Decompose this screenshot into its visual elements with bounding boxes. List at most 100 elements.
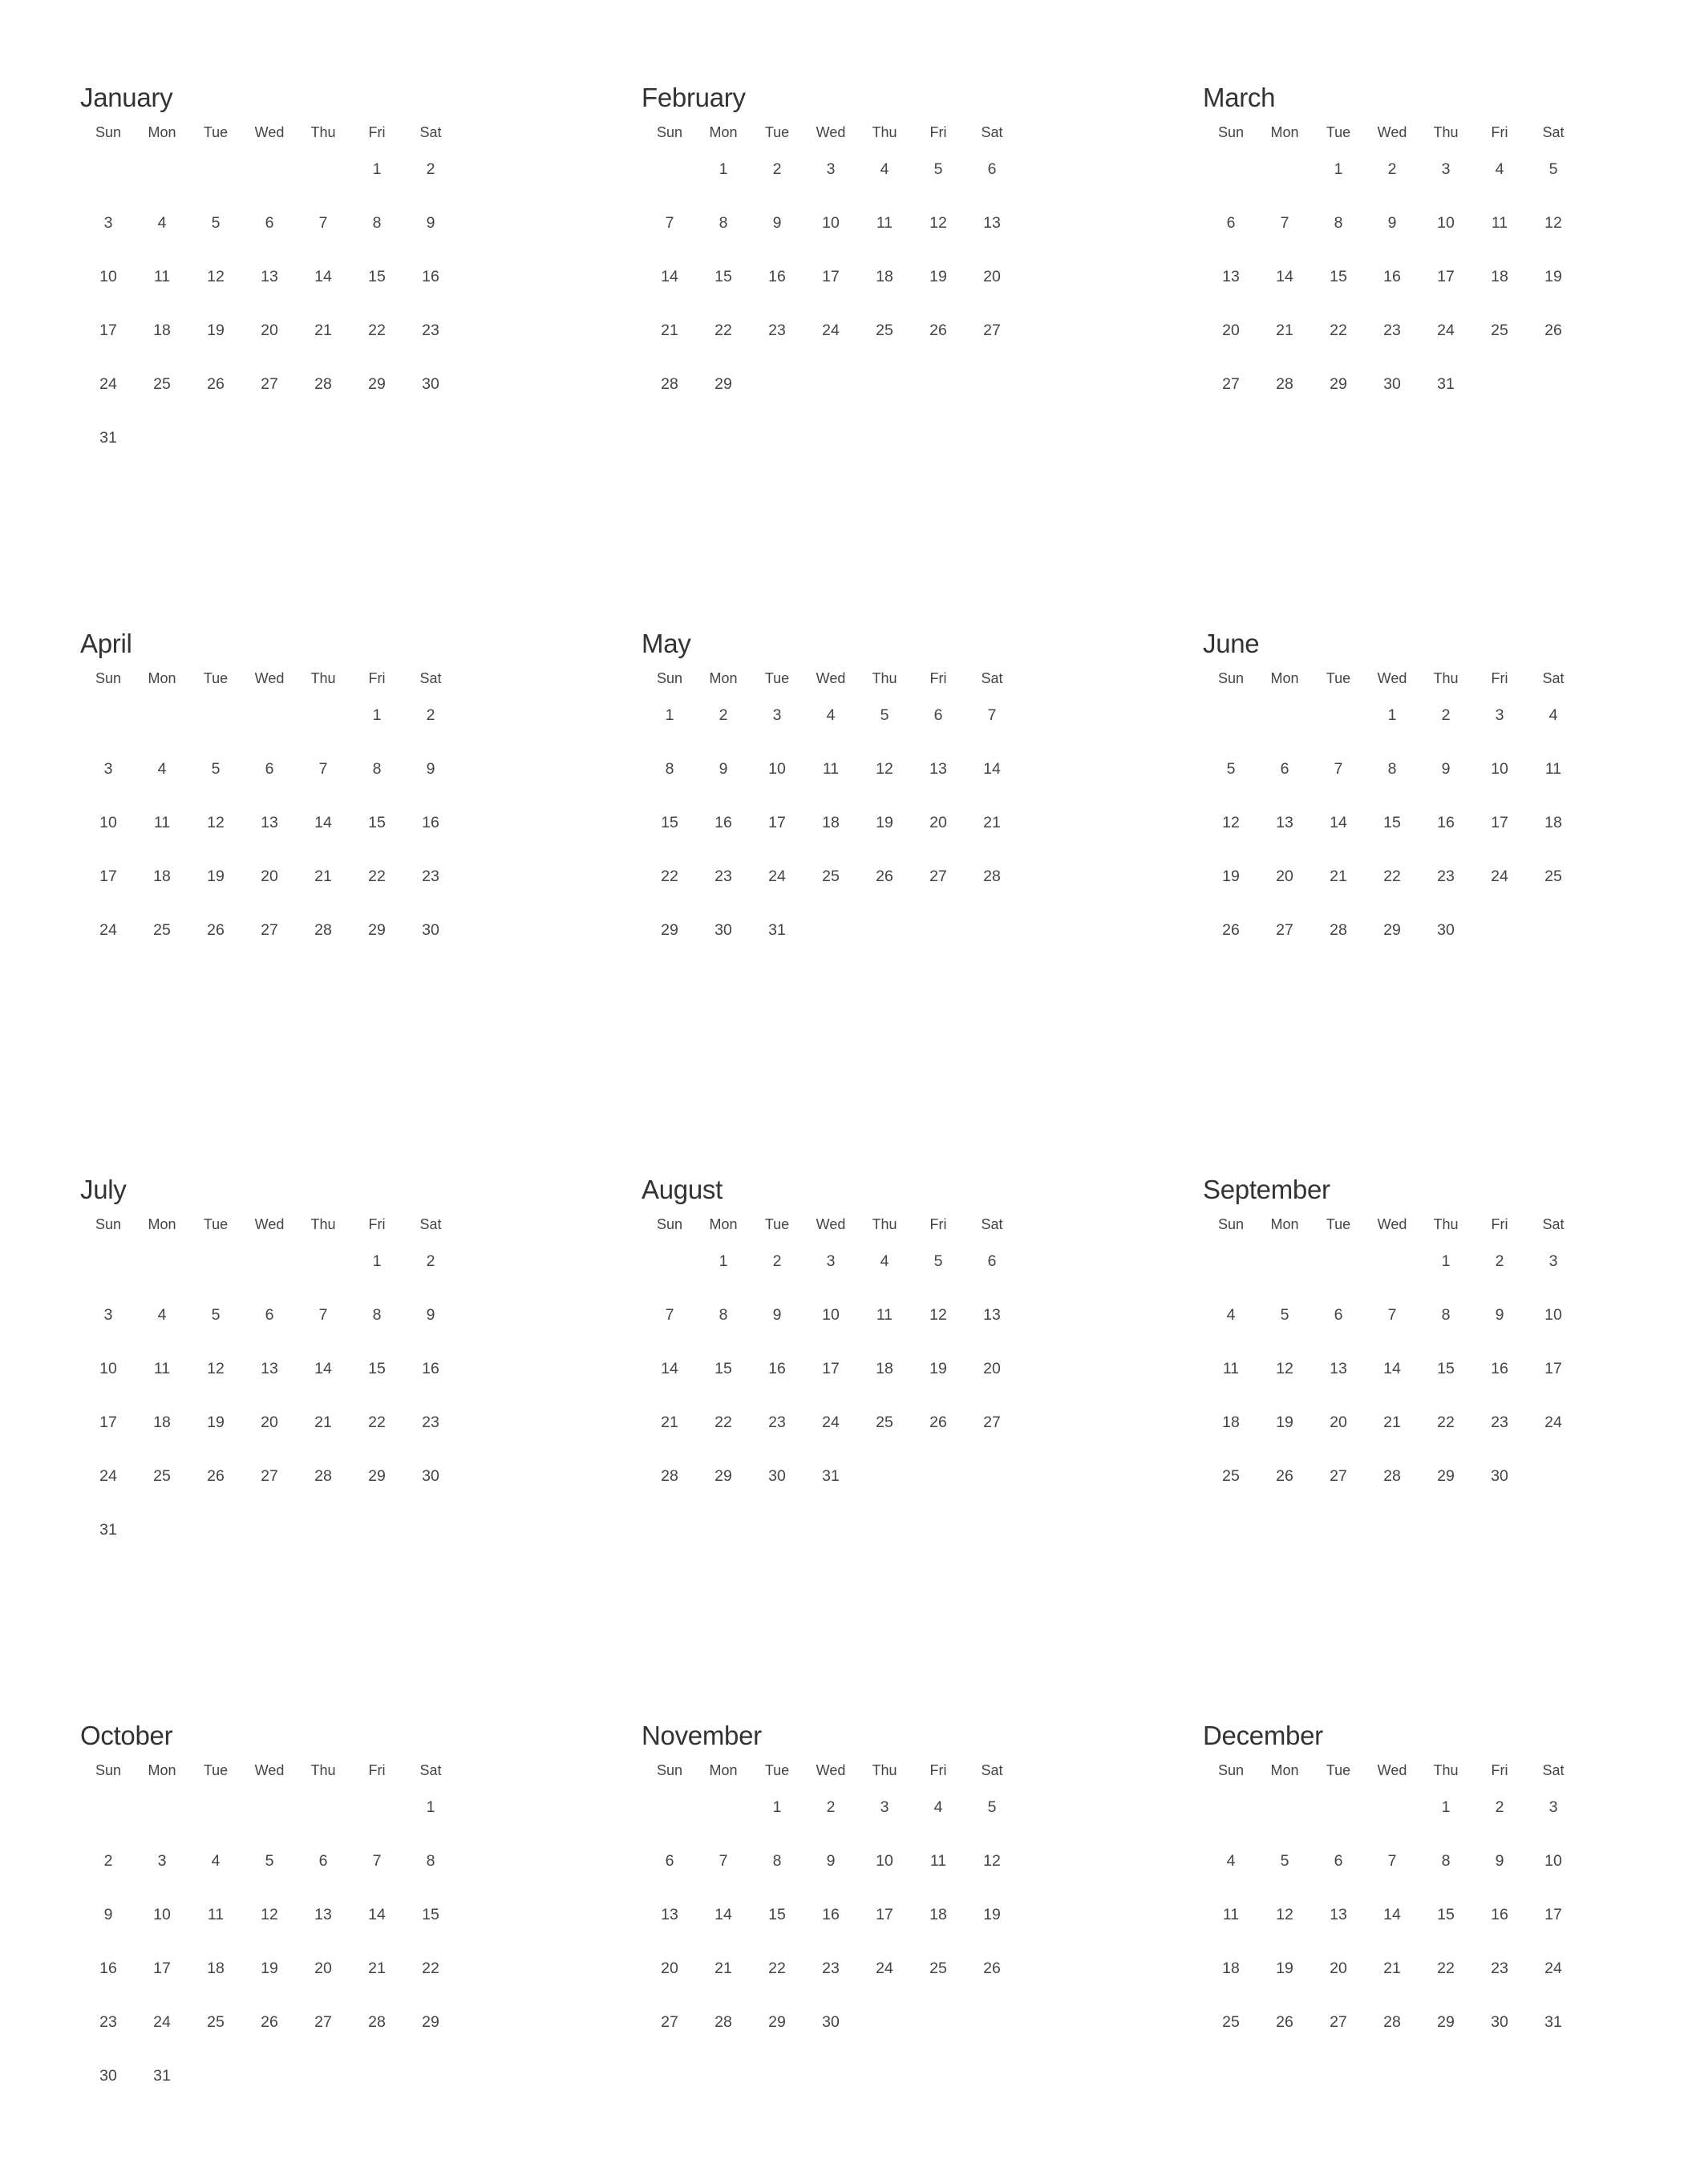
day-cell[interactable]: 5 (968, 1798, 1016, 1817)
day-cell[interactable]: 6 (646, 1851, 694, 1871)
day-cell[interactable]: 23 (407, 321, 455, 340)
day-cell[interactable]: 23 (84, 2012, 132, 2032)
day-cell[interactable]: 16 (753, 267, 801, 286)
day-cell[interactable]: 8 (1368, 759, 1416, 779)
day-cell[interactable]: 7 (646, 1305, 694, 1325)
day-cell[interactable]: 26 (914, 321, 962, 340)
day-cell[interactable]: 3 (807, 1252, 855, 1271)
day-cell[interactable]: 7 (299, 213, 347, 233)
day-cell[interactable]: 17 (860, 1905, 909, 1924)
day-cell[interactable]: 29 (407, 2012, 455, 2032)
day-cell[interactable]: 21 (1261, 321, 1309, 340)
day-cell[interactable]: 19 (968, 1905, 1016, 1924)
day-cell[interactable]: 13 (1314, 1359, 1362, 1378)
day-cell[interactable]: 29 (1422, 1466, 1470, 1486)
day-cell[interactable]: 15 (407, 1905, 455, 1924)
day-cell[interactable]: 30 (407, 920, 455, 940)
day-cell[interactable]: 20 (245, 321, 293, 340)
day-cell[interactable]: 5 (192, 213, 240, 233)
day-cell[interactable]: 30 (1422, 920, 1470, 940)
day-cell[interactable]: 4 (1529, 706, 1577, 725)
day-cell[interactable]: 8 (353, 1305, 401, 1325)
day-cell[interactable]: 27 (968, 321, 1016, 340)
day-cell[interactable]: 20 (968, 1359, 1016, 1378)
day-cell[interactable]: 9 (807, 1851, 855, 1871)
day-cell[interactable]: 28 (353, 2012, 401, 2032)
day-cell[interactable]: 31 (807, 1466, 855, 1486)
day-cell[interactable]: 21 (1368, 1413, 1416, 1432)
day-cell[interactable]: 14 (1314, 813, 1362, 832)
day-cell[interactable]: 7 (299, 759, 347, 779)
day-cell[interactable]: 26 (192, 374, 240, 394)
day-cell[interactable]: 20 (646, 1959, 694, 1978)
day-cell[interactable]: 8 (699, 213, 747, 233)
day-cell[interactable]: 6 (245, 759, 293, 779)
day-cell[interactable]: 6 (1314, 1305, 1362, 1325)
day-cell[interactable]: 25 (1207, 2012, 1255, 2032)
day-cell[interactable]: 22 (699, 1413, 747, 1432)
day-cell[interactable]: 13 (968, 1305, 1016, 1325)
day-cell[interactable]: 8 (353, 213, 401, 233)
day-cell[interactable]: 21 (1368, 1959, 1416, 1978)
day-cell[interactable]: 6 (245, 1305, 293, 1325)
day-cell[interactable]: 14 (299, 813, 347, 832)
day-cell[interactable]: 6 (1207, 213, 1255, 233)
day-cell[interactable]: 17 (753, 813, 801, 832)
day-cell[interactable]: 3 (84, 1305, 132, 1325)
day-cell[interactable]: 15 (353, 1359, 401, 1378)
day-cell[interactable]: 22 (699, 321, 747, 340)
day-cell[interactable]: 13 (245, 813, 293, 832)
day-cell[interactable]: 8 (753, 1851, 801, 1871)
day-cell[interactable]: 2 (1368, 160, 1416, 179)
day-cell[interactable]: 9 (84, 1905, 132, 1924)
day-cell[interactable]: 17 (84, 867, 132, 886)
day-cell[interactable]: 21 (299, 867, 347, 886)
day-cell[interactable]: 13 (1261, 813, 1309, 832)
day-cell[interactable]: 20 (1261, 867, 1309, 886)
day-cell[interactable]: 28 (1368, 2012, 1416, 2032)
day-cell[interactable]: 27 (245, 920, 293, 940)
day-cell[interactable]: 11 (860, 213, 909, 233)
day-cell[interactable]: 10 (1476, 759, 1524, 779)
day-cell[interactable]: 16 (407, 813, 455, 832)
day-cell[interactable]: 16 (1422, 813, 1470, 832)
day-cell[interactable]: 5 (192, 1305, 240, 1325)
day-cell[interactable]: 3 (84, 213, 132, 233)
day-cell[interactable]: 18 (1476, 267, 1524, 286)
day-cell[interactable]: 17 (1529, 1359, 1577, 1378)
day-cell[interactable]: 18 (192, 1959, 240, 1978)
day-cell[interactable]: 7 (699, 1851, 747, 1871)
day-cell[interactable]: 11 (807, 759, 855, 779)
day-cell[interactable]: 10 (753, 759, 801, 779)
day-cell[interactable]: 6 (1261, 759, 1309, 779)
day-cell[interactable]: 22 (1368, 867, 1416, 886)
day-cell[interactable]: 20 (1207, 321, 1255, 340)
day-cell[interactable]: 19 (860, 813, 909, 832)
day-cell[interactable]: 3 (1529, 1252, 1577, 1271)
day-cell[interactable]: 23 (1476, 1413, 1524, 1432)
day-cell[interactable]: 31 (1422, 374, 1470, 394)
day-cell[interactable]: 11 (1207, 1359, 1255, 1378)
day-cell[interactable]: 8 (699, 1305, 747, 1325)
day-cell[interactable]: 5 (245, 1851, 293, 1871)
day-cell[interactable]: 16 (807, 1905, 855, 1924)
day-cell[interactable]: 22 (1422, 1959, 1470, 1978)
day-cell[interactable]: 8 (1422, 1305, 1470, 1325)
day-cell[interactable]: 11 (1529, 759, 1577, 779)
day-cell[interactable]: 3 (1422, 160, 1470, 179)
day-cell[interactable]: 27 (1314, 2012, 1362, 2032)
day-cell[interactable]: 14 (646, 1359, 694, 1378)
day-cell[interactable]: 30 (84, 2066, 132, 2085)
day-cell[interactable]: 28 (1314, 920, 1362, 940)
day-cell[interactable]: 31 (753, 920, 801, 940)
day-cell[interactable]: 25 (1207, 1466, 1255, 1486)
day-cell[interactable]: 19 (245, 1959, 293, 1978)
day-cell[interactable]: 4 (807, 706, 855, 725)
day-cell[interactable]: 16 (1476, 1905, 1524, 1924)
day-cell[interactable]: 11 (914, 1851, 962, 1871)
day-cell[interactable]: 9 (699, 759, 747, 779)
day-cell[interactable]: 27 (245, 1466, 293, 1486)
day-cell[interactable]: 24 (1476, 867, 1524, 886)
day-cell[interactable]: 21 (1314, 867, 1362, 886)
day-cell[interactable]: 23 (1368, 321, 1416, 340)
